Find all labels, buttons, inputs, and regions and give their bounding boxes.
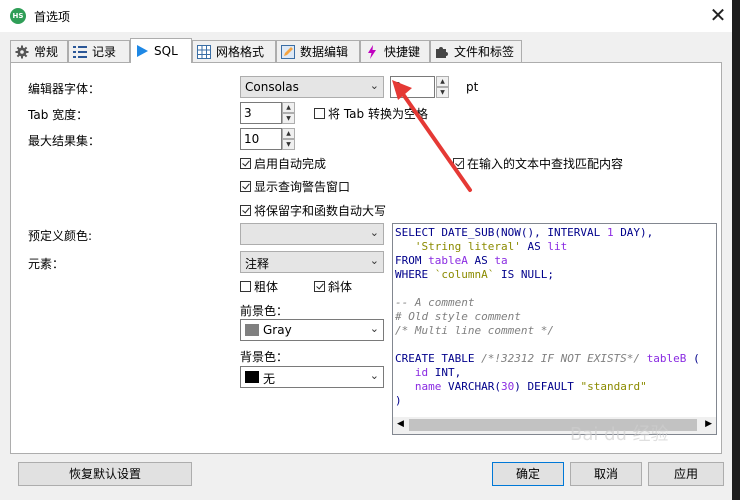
tab-sql-label: SQL [154,44,178,58]
preferences-dialog: HS 首选项 ✕ 常规 记录 SQL 网格格式 数据编辑 快捷键 文件和标签 编… [0,0,733,500]
background-window-edge [732,0,740,500]
ok-button[interactable]: 确定 [492,462,564,486]
apply-button[interactable]: 应用 [648,462,724,486]
watermark: Bai du 经验 [570,424,669,445]
reset-defaults-button[interactable]: 恢复默认设置 [18,462,192,486]
cancel-button[interactable]: 取消 [570,462,642,486]
tab-sql[interactable]: SQL [130,38,192,63]
play-icon [137,45,148,57]
